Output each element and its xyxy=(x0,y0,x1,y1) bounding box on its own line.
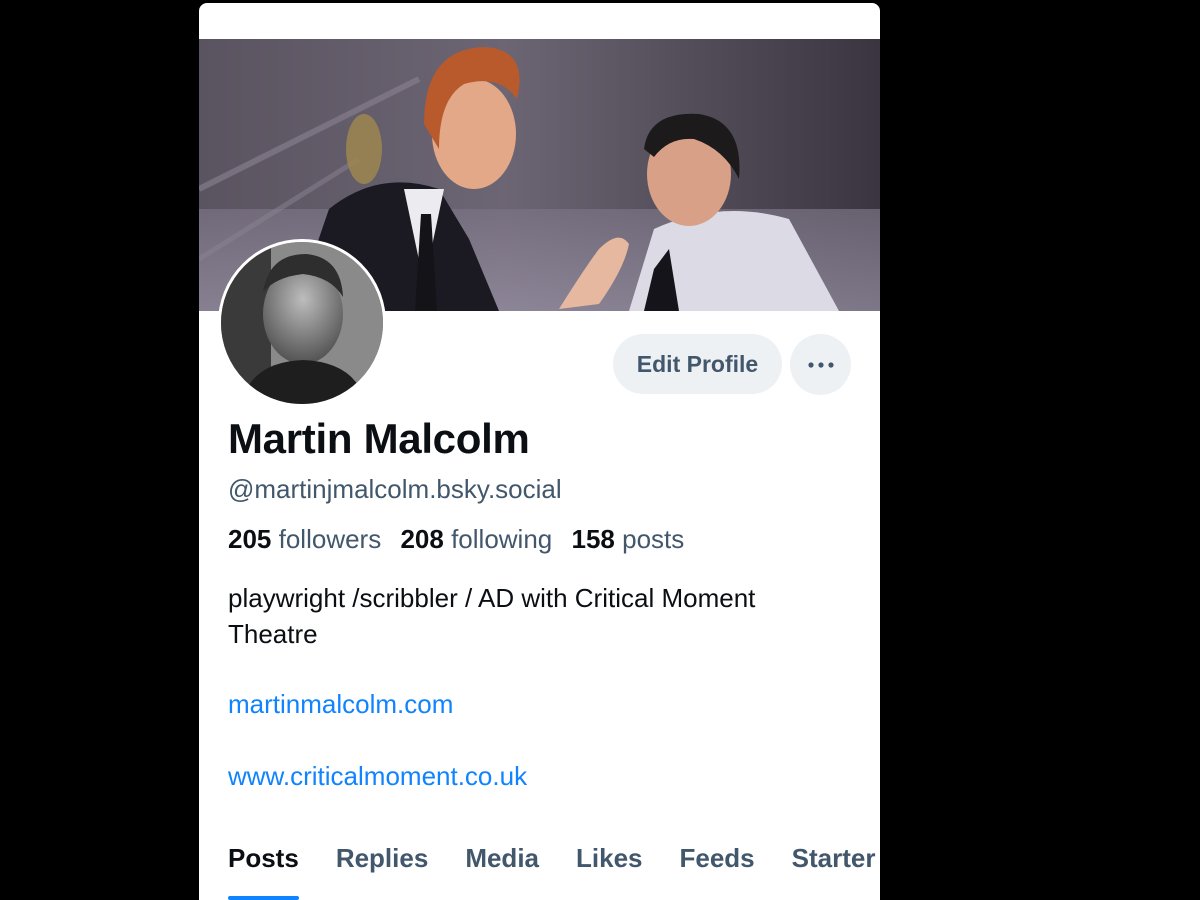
tab-media[interactable]: Media xyxy=(465,843,539,900)
tab-label: Replies xyxy=(335,843,429,873)
bio-line: playwright /scribbler / AD with Critical… xyxy=(228,583,756,613)
tab-label: Likes xyxy=(576,843,643,873)
tab-label: Feeds xyxy=(679,843,755,873)
profile-tabs: Posts Replies Media Likes Feeds Starter … xyxy=(228,843,880,900)
tab-posts[interactable]: Posts xyxy=(228,843,299,900)
profile-card: Edit Profile Martin Malcolm @martinjmalc… xyxy=(199,3,880,900)
more-options-button[interactable] xyxy=(790,334,851,395)
bio-line: Theatre xyxy=(228,619,318,649)
profile-bio: playwright /scribbler / AD with Critical… xyxy=(228,580,848,652)
edit-profile-button[interactable]: Edit Profile xyxy=(613,334,782,394)
ellipsis-icon xyxy=(807,361,834,368)
followers-count: 205 xyxy=(228,524,272,554)
avatar[interactable] xyxy=(218,239,386,407)
tab-likes[interactable]: Likes xyxy=(576,843,643,900)
following-stat[interactable]: 208 following xyxy=(400,524,559,554)
tab-starter-packs[interactable]: Starter Packs xyxy=(792,843,880,900)
profile-handle: @martinjmalcolm.bsky.social xyxy=(228,474,562,504)
tab-label: Posts xyxy=(228,843,299,873)
followers-label: followers xyxy=(278,524,382,554)
profile-stats: 205 followers 208 following 158 posts xyxy=(228,524,696,555)
tab-label: Media xyxy=(465,843,539,873)
followers-stat[interactable]: 205 followers xyxy=(228,524,388,554)
following-label: following xyxy=(451,524,553,554)
website-link[interactable]: martinmalcolm.com xyxy=(228,689,453,720)
tab-label: Starter Packs xyxy=(791,843,880,873)
posts-count: 158 xyxy=(571,524,615,554)
posts-label: posts xyxy=(622,524,685,554)
active-tab-indicator xyxy=(228,896,299,900)
tab-feeds[interactable]: Feeds xyxy=(680,843,755,900)
tab-replies[interactable]: Replies xyxy=(336,843,429,900)
posts-stat: 158 posts xyxy=(571,524,684,554)
following-count: 208 xyxy=(400,524,444,554)
website-link[interactable]: www.criticalmoment.co.uk xyxy=(228,761,527,792)
display-name: Martin Malcolm xyxy=(228,415,530,462)
